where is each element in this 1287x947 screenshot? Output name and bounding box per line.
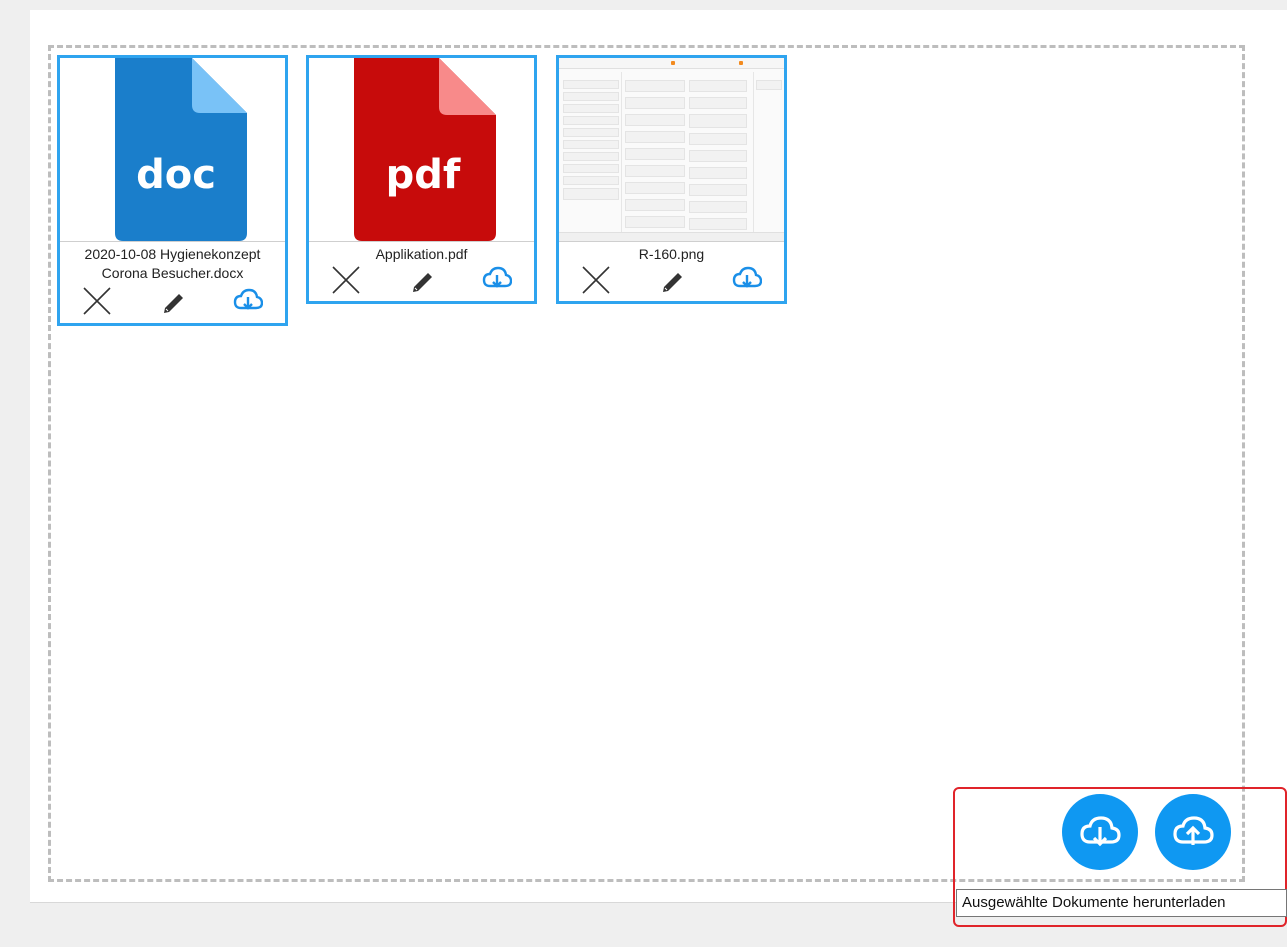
edit-pencil-icon[interactable]	[658, 266, 688, 296]
delete-icon[interactable]	[331, 265, 361, 295]
document-card[interactable]: doc 2020-10-08 Hygienekonzept Corona Bes…	[57, 55, 288, 326]
document-card[interactable]: pdf Applikation.pdf	[306, 55, 537, 304]
edit-pencil-icon[interactable]	[408, 266, 438, 296]
cloud-download-icon	[1080, 816, 1121, 847]
pdf-file-icon: pdf	[354, 58, 496, 241]
download-cloud-icon[interactable]	[732, 264, 762, 294]
doc-file-icon: doc	[115, 58, 247, 241]
pdf-icon-label: pdf	[386, 152, 461, 198]
image-thumbnail	[559, 58, 784, 242]
document-thumbnail: pdf	[309, 58, 534, 242]
document-file-name: R-160.png	[638, 246, 705, 262]
download-cloud-icon[interactable]	[233, 286, 263, 316]
document-card[interactable]: R-160.png	[556, 55, 787, 304]
tooltip: Ausgewählte Dokumente herunterladen	[956, 889, 1287, 917]
download-cloud-icon[interactable]	[482, 264, 512, 294]
download-selected-button[interactable]	[1062, 794, 1138, 870]
upload-button[interactable]	[1155, 794, 1231, 870]
doc-icon-label: doc	[136, 152, 216, 198]
document-file-name: Applikation.pdf	[375, 246, 468, 262]
document-file-name: 2020-10-08 Hygienekonzept Corona Besuche…	[84, 246, 261, 281]
cloud-upload-icon	[1173, 816, 1214, 845]
delete-icon[interactable]	[581, 265, 611, 295]
edit-pencil-icon[interactable]	[159, 287, 189, 317]
delete-icon[interactable]	[82, 286, 112, 316]
document-thumbnail: doc	[60, 58, 285, 242]
